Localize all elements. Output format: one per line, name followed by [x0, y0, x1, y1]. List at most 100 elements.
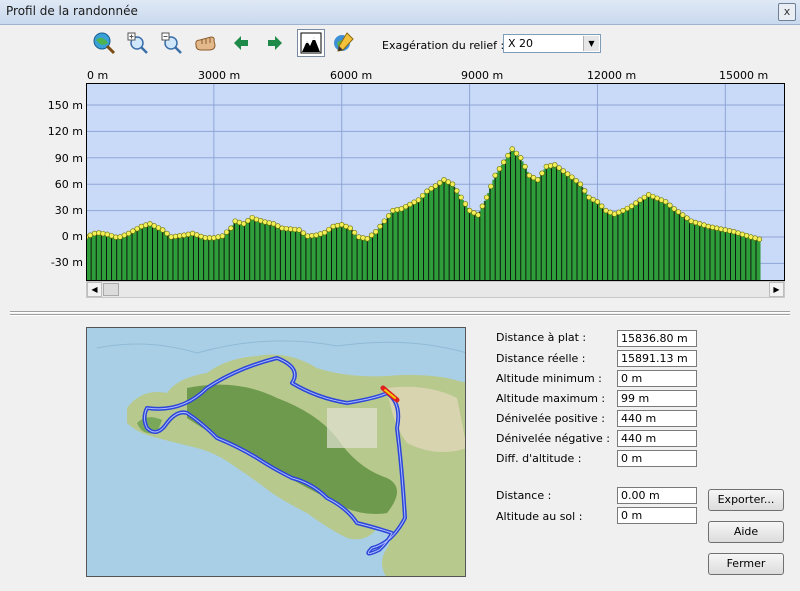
profile-point [300, 230, 307, 236]
chevron-down-icon[interactable]: ▼ [583, 36, 599, 51]
close-button[interactable]: Fermer [708, 553, 784, 575]
x-tick-label: 0 m [87, 69, 109, 82]
profile-point [509, 146, 515, 152]
profile-point [215, 234, 221, 240]
profile-point [245, 218, 251, 224]
arrow-right-icon[interactable] [262, 30, 288, 56]
profile-point [581, 188, 588, 194]
exaggeration-value: X 20 [508, 37, 534, 50]
profile-point [599, 203, 605, 209]
y-tick-label: 0 m [61, 230, 83, 243]
profile-point [454, 188, 460, 194]
profile-point [415, 197, 422, 203]
scroll-left-icon[interactable]: ◀ [87, 282, 102, 297]
divider [10, 315, 790, 316]
profile-point [211, 235, 217, 241]
profile-point [543, 163, 550, 170]
profile-point [705, 223, 711, 230]
scroll-thumb[interactable] [103, 283, 119, 296]
profile-point [718, 226, 724, 232]
profile-point [164, 230, 170, 237]
y-tick-label: 120 m [47, 125, 83, 138]
profile-point [347, 225, 353, 231]
title-bar: Profil de la randonnée x [0, 0, 800, 25]
profile-point [228, 225, 234, 231]
profile-point [364, 236, 371, 242]
profile-point [475, 212, 481, 218]
stat-value: 99 m [617, 390, 697, 407]
x-tick-label: 6000 m [330, 69, 373, 82]
stat-value: 0 m [617, 450, 697, 467]
profile-point [326, 226, 332, 233]
profile-point [462, 201, 469, 207]
profile-point [667, 202, 673, 209]
profile-point [424, 188, 430, 194]
stat-label: Altitude minimum : [496, 372, 602, 385]
route-map[interactable] [86, 327, 466, 577]
profile-point [377, 223, 383, 230]
stat-label: Distance réelle : [496, 352, 586, 365]
profile-point [560, 168, 567, 174]
profile-point [160, 227, 166, 233]
cursor-altitude-label: Altitude au sol : [496, 510, 583, 523]
profile-point [556, 165, 562, 171]
stat-value: 440 m [617, 430, 697, 447]
profile-point [594, 199, 601, 205]
stat-value: 440 m [617, 410, 697, 427]
x-tick-label: 9000 m [461, 69, 504, 82]
profile-point [522, 163, 528, 170]
arrow-left-icon[interactable] [228, 30, 254, 56]
terrain-profile-icon[interactable] [297, 29, 325, 57]
divider [10, 312, 790, 313]
profile-point [181, 232, 187, 238]
export-button[interactable]: Exporter... [708, 489, 784, 511]
close-window-button[interactable]: x [778, 3, 796, 21]
y-tick-label: 60 m [54, 178, 83, 191]
help-button[interactable]: Aide [708, 521, 784, 543]
profile-point [518, 155, 524, 161]
profile-point [662, 199, 669, 205]
profile-point [321, 229, 328, 236]
stat-label: Altitude maximum : [496, 392, 606, 405]
profile-point [680, 212, 686, 218]
stat-value: 0 m [617, 370, 697, 387]
cursor-altitude-value: 0 m [617, 507, 697, 524]
exaggeration-select[interactable]: X 20 ▼ [503, 34, 601, 53]
profile-point [390, 207, 396, 214]
pan-hand-icon[interactable] [193, 30, 219, 56]
stat-label: Diff. d'altitude : [496, 452, 582, 465]
profile-point [356, 234, 362, 240]
profile-point [458, 194, 464, 201]
zoom-out-icon[interactable] [159, 30, 185, 56]
scroll-right-icon[interactable]: ▶ [769, 282, 784, 297]
stat-label: Distance à plat : [496, 331, 587, 344]
profile-point [628, 203, 635, 209]
profile-point [185, 231, 191, 238]
profile-point [262, 219, 268, 225]
stat-label: Dénivelée négative : [496, 432, 610, 445]
profile-point [219, 233, 226, 239]
y-tick-label: 150 m [47, 99, 83, 112]
profile-point [488, 183, 494, 190]
profile-point [505, 152, 511, 159]
zoom-in-icon[interactable] [125, 30, 151, 56]
profile-point [671, 206, 677, 212]
x-tick-label: 12000 m [587, 69, 637, 82]
profile-point [420, 192, 426, 199]
profile-point [709, 224, 716, 231]
profile-point [552, 162, 558, 168]
profile-point [492, 172, 498, 179]
map-pencil-icon[interactable] [331, 30, 357, 56]
profile-point [449, 181, 456, 187]
x-tick-label: 15000 m [719, 69, 769, 82]
x-tick-label: 3000 m [198, 69, 241, 82]
profile-scrollbar[interactable]: ◀ ▶ [86, 281, 785, 298]
stat-value: 15891.13 m [617, 350, 697, 367]
profile-point [360, 235, 366, 241]
profile-point [513, 150, 520, 157]
profile-point [496, 166, 503, 172]
y-tick-label: 30 m [54, 204, 83, 217]
profile-point [428, 185, 434, 192]
globe-zoom-icon[interactable] [91, 30, 117, 56]
profile-point [577, 181, 584, 187]
